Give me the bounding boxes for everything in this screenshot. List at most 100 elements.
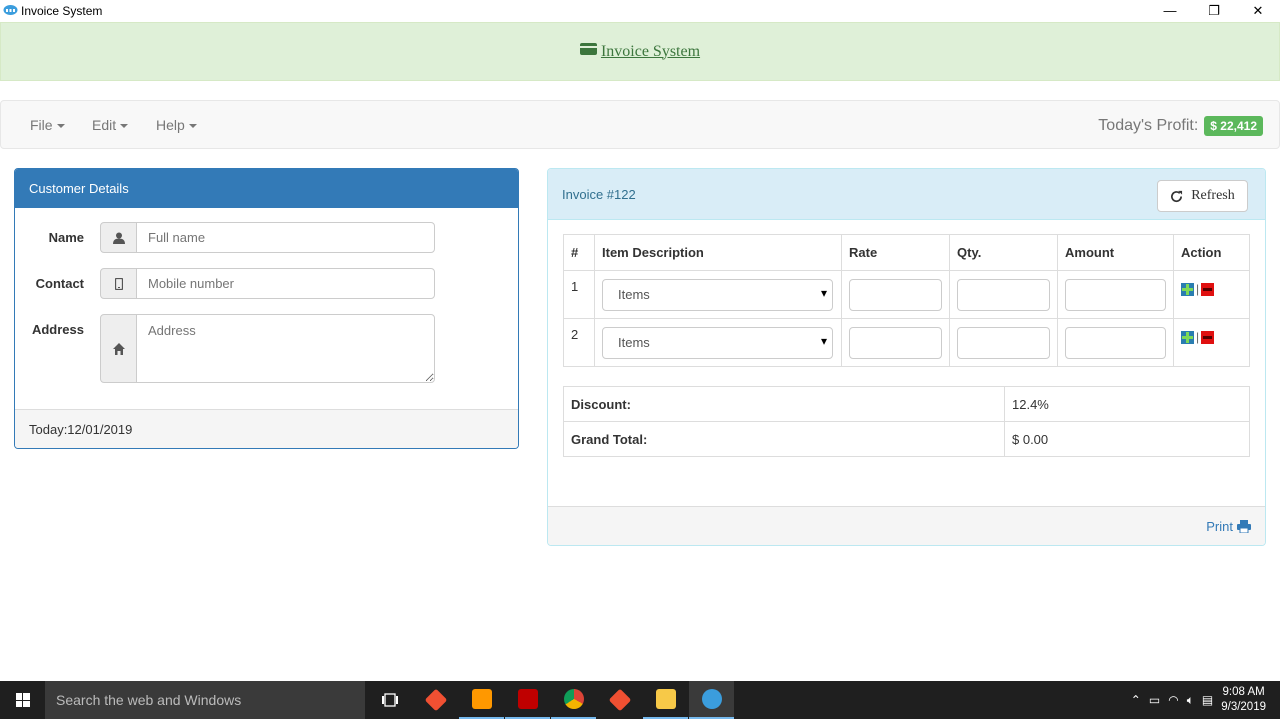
window-titlebar: Invoice System — ❐ ✕: [0, 0, 1280, 21]
col-action: Action: [1173, 234, 1250, 271]
chrome-icon[interactable]: [551, 681, 596, 719]
grand-total-row: Grand Total: $ 0.00: [563, 421, 1250, 457]
rate-input[interactable]: [849, 327, 942, 359]
git-app-icon[interactable]: [597, 681, 642, 719]
today-date: Today:12/01/2019: [15, 409, 518, 448]
wifi-icon[interactable]: ◠: [1168, 693, 1178, 707]
invoice-title: Invoice #122: [562, 187, 636, 202]
table-row: 2 Items |: [563, 318, 1250, 367]
amount-input[interactable]: [1065, 327, 1166, 359]
sublime-text-icon[interactable]: [459, 681, 504, 719]
col-amount: Amount: [1057, 234, 1174, 271]
invoice-app-taskbar-icon[interactable]: [689, 681, 734, 719]
qty-input[interactable]: [957, 327, 1050, 359]
notification-icon[interactable]: ▤: [1202, 693, 1213, 707]
action-separator: |: [1196, 282, 1200, 296]
banner-title-link[interactable]: Invoice System: [579, 42, 701, 61]
start-button[interactable]: [0, 681, 45, 719]
mobile-phone-icon: [100, 268, 137, 299]
table-header-row: # Item Description Rate Qty. Amount Acti…: [563, 234, 1250, 271]
item-select[interactable]: Items: [602, 279, 833, 311]
action-separator: |: [1196, 330, 1200, 344]
home-icon: [100, 314, 137, 383]
customer-details-panel: Customer Details Name Contact Address To…: [14, 168, 519, 449]
invoice-panel: Invoice #122 Refresh # Item Description …: [547, 168, 1266, 546]
invoice-items-table: # Item Description Rate Qty. Amount Acti…: [563, 234, 1250, 367]
refresh-icon: [1171, 190, 1183, 202]
row-actions: |: [1181, 279, 1242, 296]
col-qty: Qty.: [949, 234, 1058, 271]
battery-icon[interactable]: ▭: [1149, 693, 1160, 707]
menu-file-label: File: [30, 117, 53, 133]
discount-row: Discount: 12.4%: [563, 386, 1250, 422]
system-tray: ⌃ ▭ ◠ 🔈︎ ▤ 9:08 AM 9/3/2019: [1131, 681, 1280, 719]
table-row: 1 Items |: [563, 270, 1250, 319]
row-number: 1: [563, 270, 595, 319]
invoice-heading: Invoice #122 Refresh: [548, 169, 1265, 220]
row-actions: |: [1181, 327, 1242, 344]
invoice-footer: Print: [548, 506, 1265, 545]
banner-title: Invoice System: [600, 42, 701, 60]
clock-date: 9/3/2019: [1221, 701, 1266, 713]
qty-input[interactable]: [957, 279, 1050, 311]
remove-row-icon[interactable]: [1201, 330, 1215, 344]
menu-file[interactable]: File: [30, 117, 65, 133]
app-banner: Invoice System: [0, 22, 1280, 81]
discount-value: 12.4%: [1004, 386, 1250, 422]
discount-label: Discount:: [563, 386, 1005, 422]
printer-icon: [1237, 520, 1251, 533]
refresh-button[interactable]: Refresh: [1157, 180, 1248, 212]
print-link[interactable]: Print: [1206, 519, 1251, 534]
col-number: #: [563, 234, 595, 271]
add-row-icon[interactable]: [1181, 330, 1194, 344]
volume-icon[interactable]: 🔈︎: [1187, 693, 1194, 708]
filezilla-icon[interactable]: [505, 681, 550, 719]
menu-help[interactable]: Help: [156, 117, 197, 133]
windows-taskbar: Search the web and Windows ⌃ ▭ ◠ 🔈︎ ▤ 9:…: [0, 681, 1280, 719]
user-icon: [100, 222, 137, 253]
contact-input[interactable]: [136, 268, 435, 299]
print-label: Print: [1206, 519, 1233, 534]
todays-profit: Today's Profit: $ 22,412: [1098, 116, 1263, 136]
git-app-icon[interactable]: [413, 681, 458, 719]
grand-total-value: $ 0.00: [1004, 421, 1250, 457]
menu-help-label: Help: [156, 117, 185, 133]
profit-badge: $ 22,412: [1204, 116, 1263, 136]
col-rate: Rate: [841, 234, 950, 271]
address-label: Address: [31, 322, 84, 337]
minimize-button[interactable]: —: [1148, 0, 1192, 21]
contact-label: Contact: [35, 276, 84, 291]
file-explorer-icon[interactable]: [643, 681, 688, 719]
item-select[interactable]: Items: [602, 327, 833, 359]
remove-row-icon[interactable]: [1201, 282, 1215, 296]
chevron-up-icon[interactable]: ⌃: [1131, 693, 1141, 707]
task-view-icon[interactable]: [367, 681, 412, 719]
name-input[interactable]: [136, 222, 435, 253]
taskbar-search[interactable]: Search the web and Windows: [45, 681, 365, 719]
taskbar-clock[interactable]: 9:08 AM 9/3/2019: [1221, 685, 1266, 715]
customer-details-heading: Customer Details: [15, 169, 518, 208]
rate-input[interactable]: [849, 279, 942, 311]
address-input[interactable]: [136, 314, 435, 383]
add-row-icon[interactable]: [1181, 282, 1194, 296]
caret-down-icon: [56, 124, 65, 129]
menu-edit-label: Edit: [92, 117, 117, 133]
caret-down-icon: [188, 124, 197, 129]
amount-input[interactable]: [1065, 279, 1166, 311]
invoice-totals-table: Discount: 12.4% Grand Total: $ 0.00: [563, 386, 1250, 457]
window-title: Invoice System: [21, 4, 103, 18]
profit-label: Today's Profit:: [1098, 117, 1199, 134]
caret-down-icon: [120, 124, 129, 129]
menu-edit[interactable]: Edit: [92, 117, 129, 133]
grand-total-label: Grand Total:: [563, 421, 1005, 457]
menu-bar: File Edit Help Today's Profit: $ 22,412: [0, 100, 1280, 149]
credit-card-icon: [579, 42, 597, 55]
windows-logo-icon: [15, 693, 30, 707]
maximize-button[interactable]: ❐: [1192, 0, 1236, 21]
col-item-description: Item Description: [594, 234, 842, 271]
close-button[interactable]: ✕: [1236, 0, 1280, 21]
invoice-app-icon: [3, 5, 18, 15]
clock-time: 9:08 AM: [1222, 686, 1265, 698]
row-number: 2: [563, 318, 595, 367]
refresh-label: Refresh: [1191, 188, 1235, 203]
